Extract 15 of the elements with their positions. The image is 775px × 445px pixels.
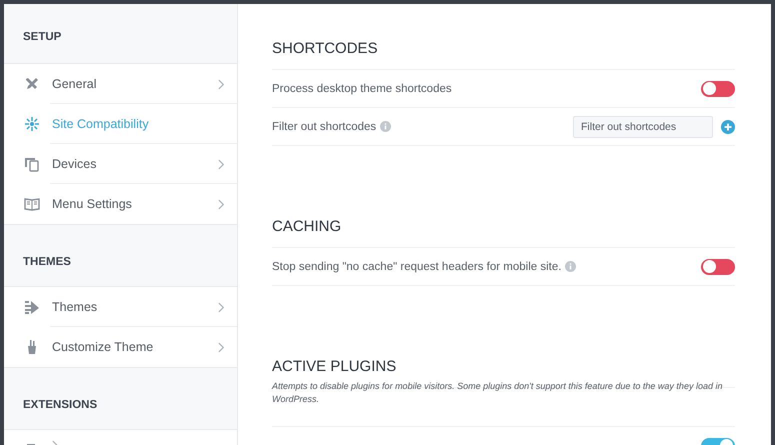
sidebar-item[interactable]: Menu Settings (4, 184, 237, 224)
section-heading: EXTENSIONS (23, 399, 98, 411)
setting-label: Stop sending "no cache" request headers for mobile site. (272, 260, 562, 272)
sidebar-item[interactable]: General (4, 64, 237, 104)
input-field[interactable]: Filter out shortcodes (573, 116, 713, 138)
section-heading: SETUP (23, 31, 62, 43)
setting-label: Process desktop theme shortcodes (272, 82, 452, 94)
section-title: CACHING (272, 218, 735, 248)
sidebar-item[interactable]: Devices (4, 144, 237, 184)
section-title: SHORTCODES (272, 40, 735, 70)
section-heading: THEMES (23, 256, 71, 268)
sidebar-item[interactable]: Customize Theme (4, 327, 237, 367)
section-description: Attempts to disable plugins for mobile visitors. Some plugins don't support this feature due to the way they load in WordPress. (272, 380, 735, 427)
sidebar-item[interactable]: Themes (4, 287, 237, 327)
setting-label: Filter out shortcodes (272, 120, 376, 132)
